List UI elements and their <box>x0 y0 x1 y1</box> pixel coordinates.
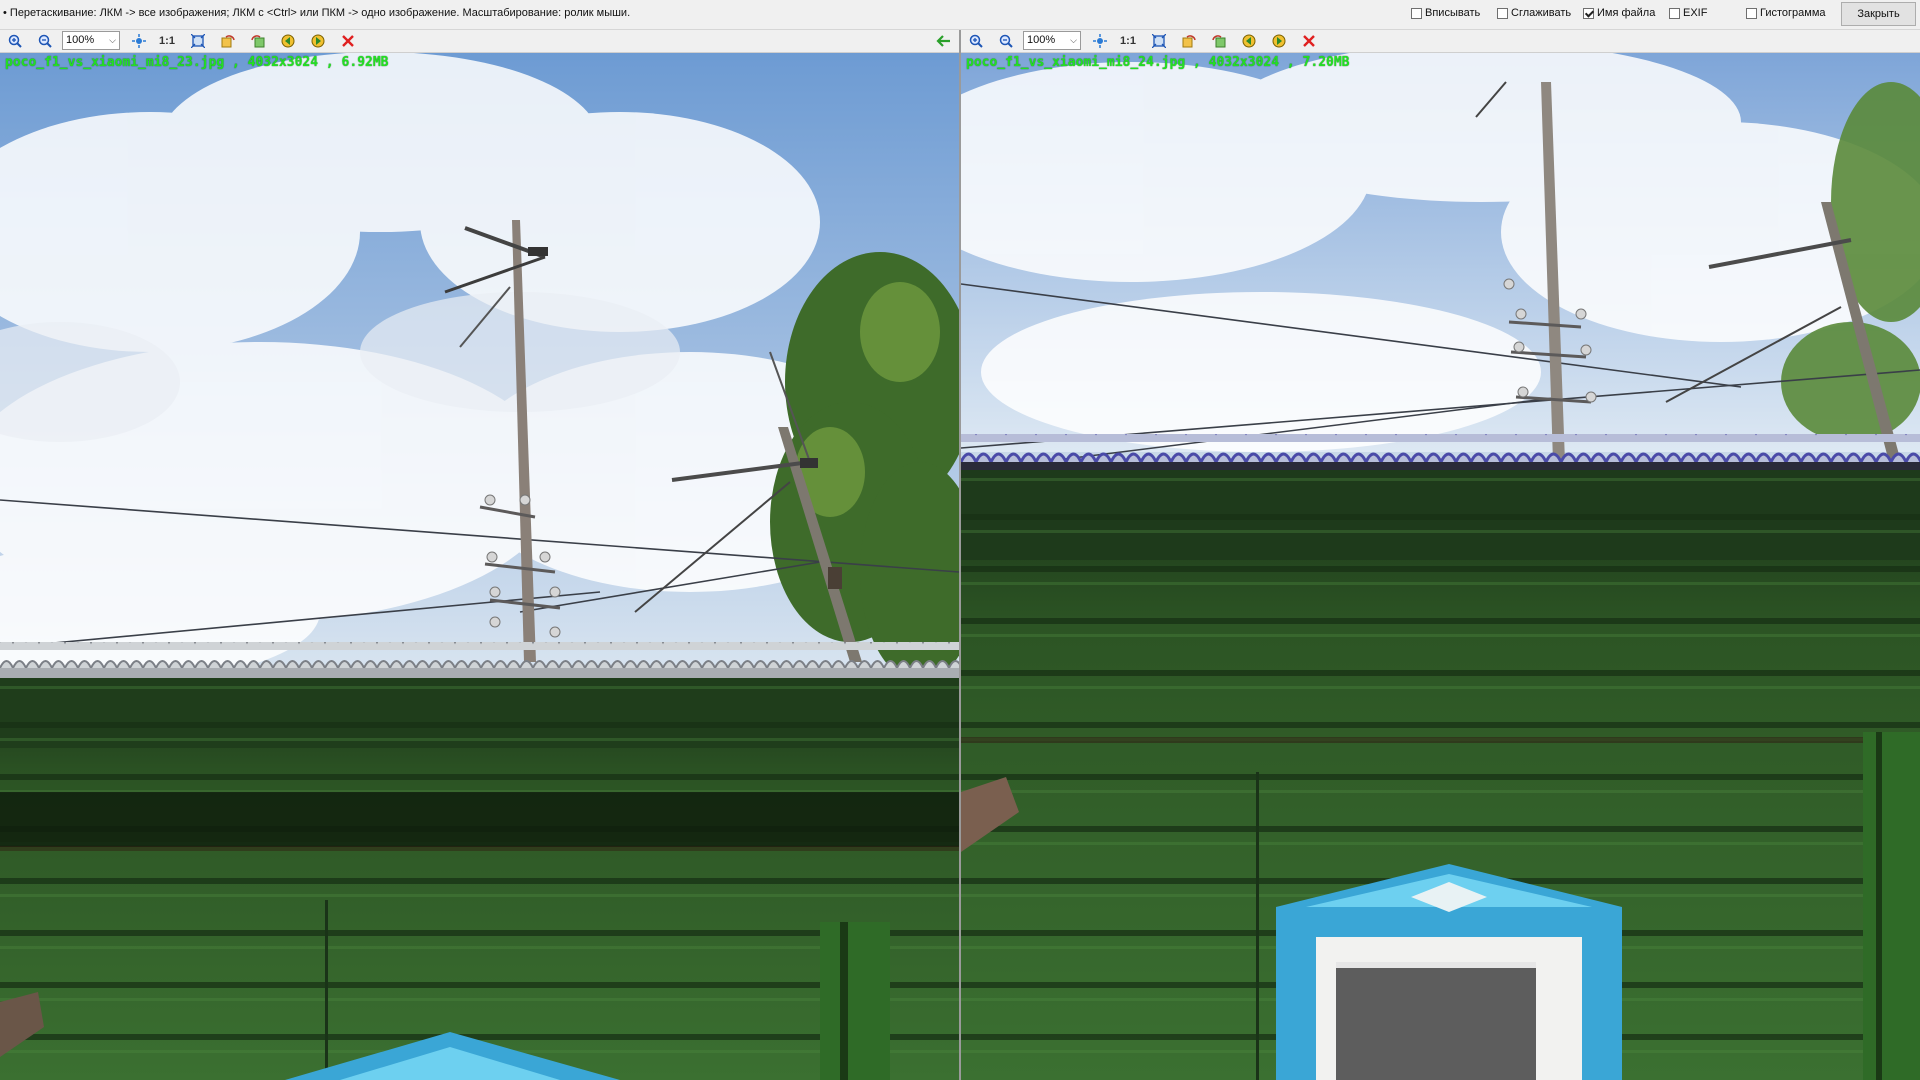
actual-size-button[interactable]: 1:1 <box>158 33 176 49</box>
zoom-value: 100% <box>66 34 95 46</box>
left-photo <box>0 52 959 1080</box>
option-smooth[interactable]: Сглаживать <box>1497 7 1571 19</box>
right-image-panel[interactable]: 100% ⌵ 1:1 poco_f1_vs_xiaomi_mi8_24.jpg … <box>961 30 1920 1080</box>
chevron-down-icon: ⌵ <box>1070 35 1077 45</box>
zoom-value: 100% <box>1027 34 1056 46</box>
histogram-checkbox[interactable] <box>1746 7 1757 19</box>
chevron-down-icon: ⌵ <box>109 35 116 45</box>
close-button[interactable]: Закрыть <box>1841 2 1916 26</box>
option-filename[interactable]: Имя файла <box>1583 7 1655 19</box>
fit-icon[interactable] <box>131 33 147 49</box>
next-image-icon[interactable] <box>1271 33 1287 49</box>
smooth-checkbox[interactable] <box>1497 7 1508 19</box>
zoom-in-icon[interactable] <box>7 33 23 49</box>
fit-checkbox[interactable] <box>1411 7 1422 19</box>
sync-arrow-icon[interactable] <box>935 33 951 49</box>
zoom-select[interactable]: 100% ⌵ <box>62 31 120 50</box>
smooth-label: Сглаживать <box>1511 7 1572 19</box>
left-image-caption: poco_f1_vs_xiaomi_mi8_23.jpg , 4032x3024… <box>5 55 389 70</box>
zoom-out-icon[interactable] <box>998 33 1014 49</box>
prev-image-icon[interactable] <box>1241 33 1257 49</box>
option-histogram[interactable]: Гистограмма <box>1746 7 1826 19</box>
next-image-icon[interactable] <box>310 33 326 49</box>
top-bar: • Перетаскивание: ЛКМ -> все изображения… <box>0 0 1920 30</box>
close-icon[interactable] <box>340 33 356 49</box>
right-photo <box>961 52 1920 1080</box>
filename-checkbox[interactable] <box>1583 7 1594 19</box>
close-icon[interactable] <box>1301 33 1317 49</box>
rotate-left-icon[interactable] <box>1181 33 1197 49</box>
option-exif[interactable]: EXIF <box>1669 7 1707 19</box>
zoom-out-icon[interactable] <box>37 33 53 49</box>
rotate-left-icon[interactable] <box>220 33 236 49</box>
option-fit[interactable]: Вписывать <box>1411 7 1480 19</box>
left-toolbar: 100% ⌵ 1:1 <box>0 30 959 53</box>
exif-label: EXIF <box>1683 7 1708 19</box>
filename-label: Имя файла <box>1597 7 1656 19</box>
exif-checkbox[interactable] <box>1669 7 1680 19</box>
fit-window-icon[interactable] <box>1151 33 1167 49</box>
fit-icon[interactable] <box>1092 33 1108 49</box>
right-toolbar: 100% ⌵ 1:1 <box>961 30 1920 53</box>
actual-size-button[interactable]: 1:1 <box>1119 33 1137 49</box>
rotate-right-icon[interactable] <box>250 33 266 49</box>
prev-image-icon[interactable] <box>280 33 296 49</box>
usage-hint: • Перетаскивание: ЛКМ -> все изображения… <box>3 7 631 19</box>
right-image-caption: poco_f1_vs_xiaomi_mi8_24.jpg , 4032x3024… <box>966 55 1350 70</box>
zoom-select[interactable]: 100% ⌵ <box>1023 31 1081 50</box>
fit-window-icon[interactable] <box>190 33 206 49</box>
zoom-in-icon[interactable] <box>968 33 984 49</box>
histogram-label: Гистограмма <box>1760 7 1826 19</box>
rotate-right-icon[interactable] <box>1211 33 1227 49</box>
fit-label: Вписывать <box>1425 7 1481 19</box>
left-image-panel[interactable]: 100% ⌵ 1:1 poco_f1_vs_xiaomi_mi8_23.jpg … <box>0 30 961 1080</box>
